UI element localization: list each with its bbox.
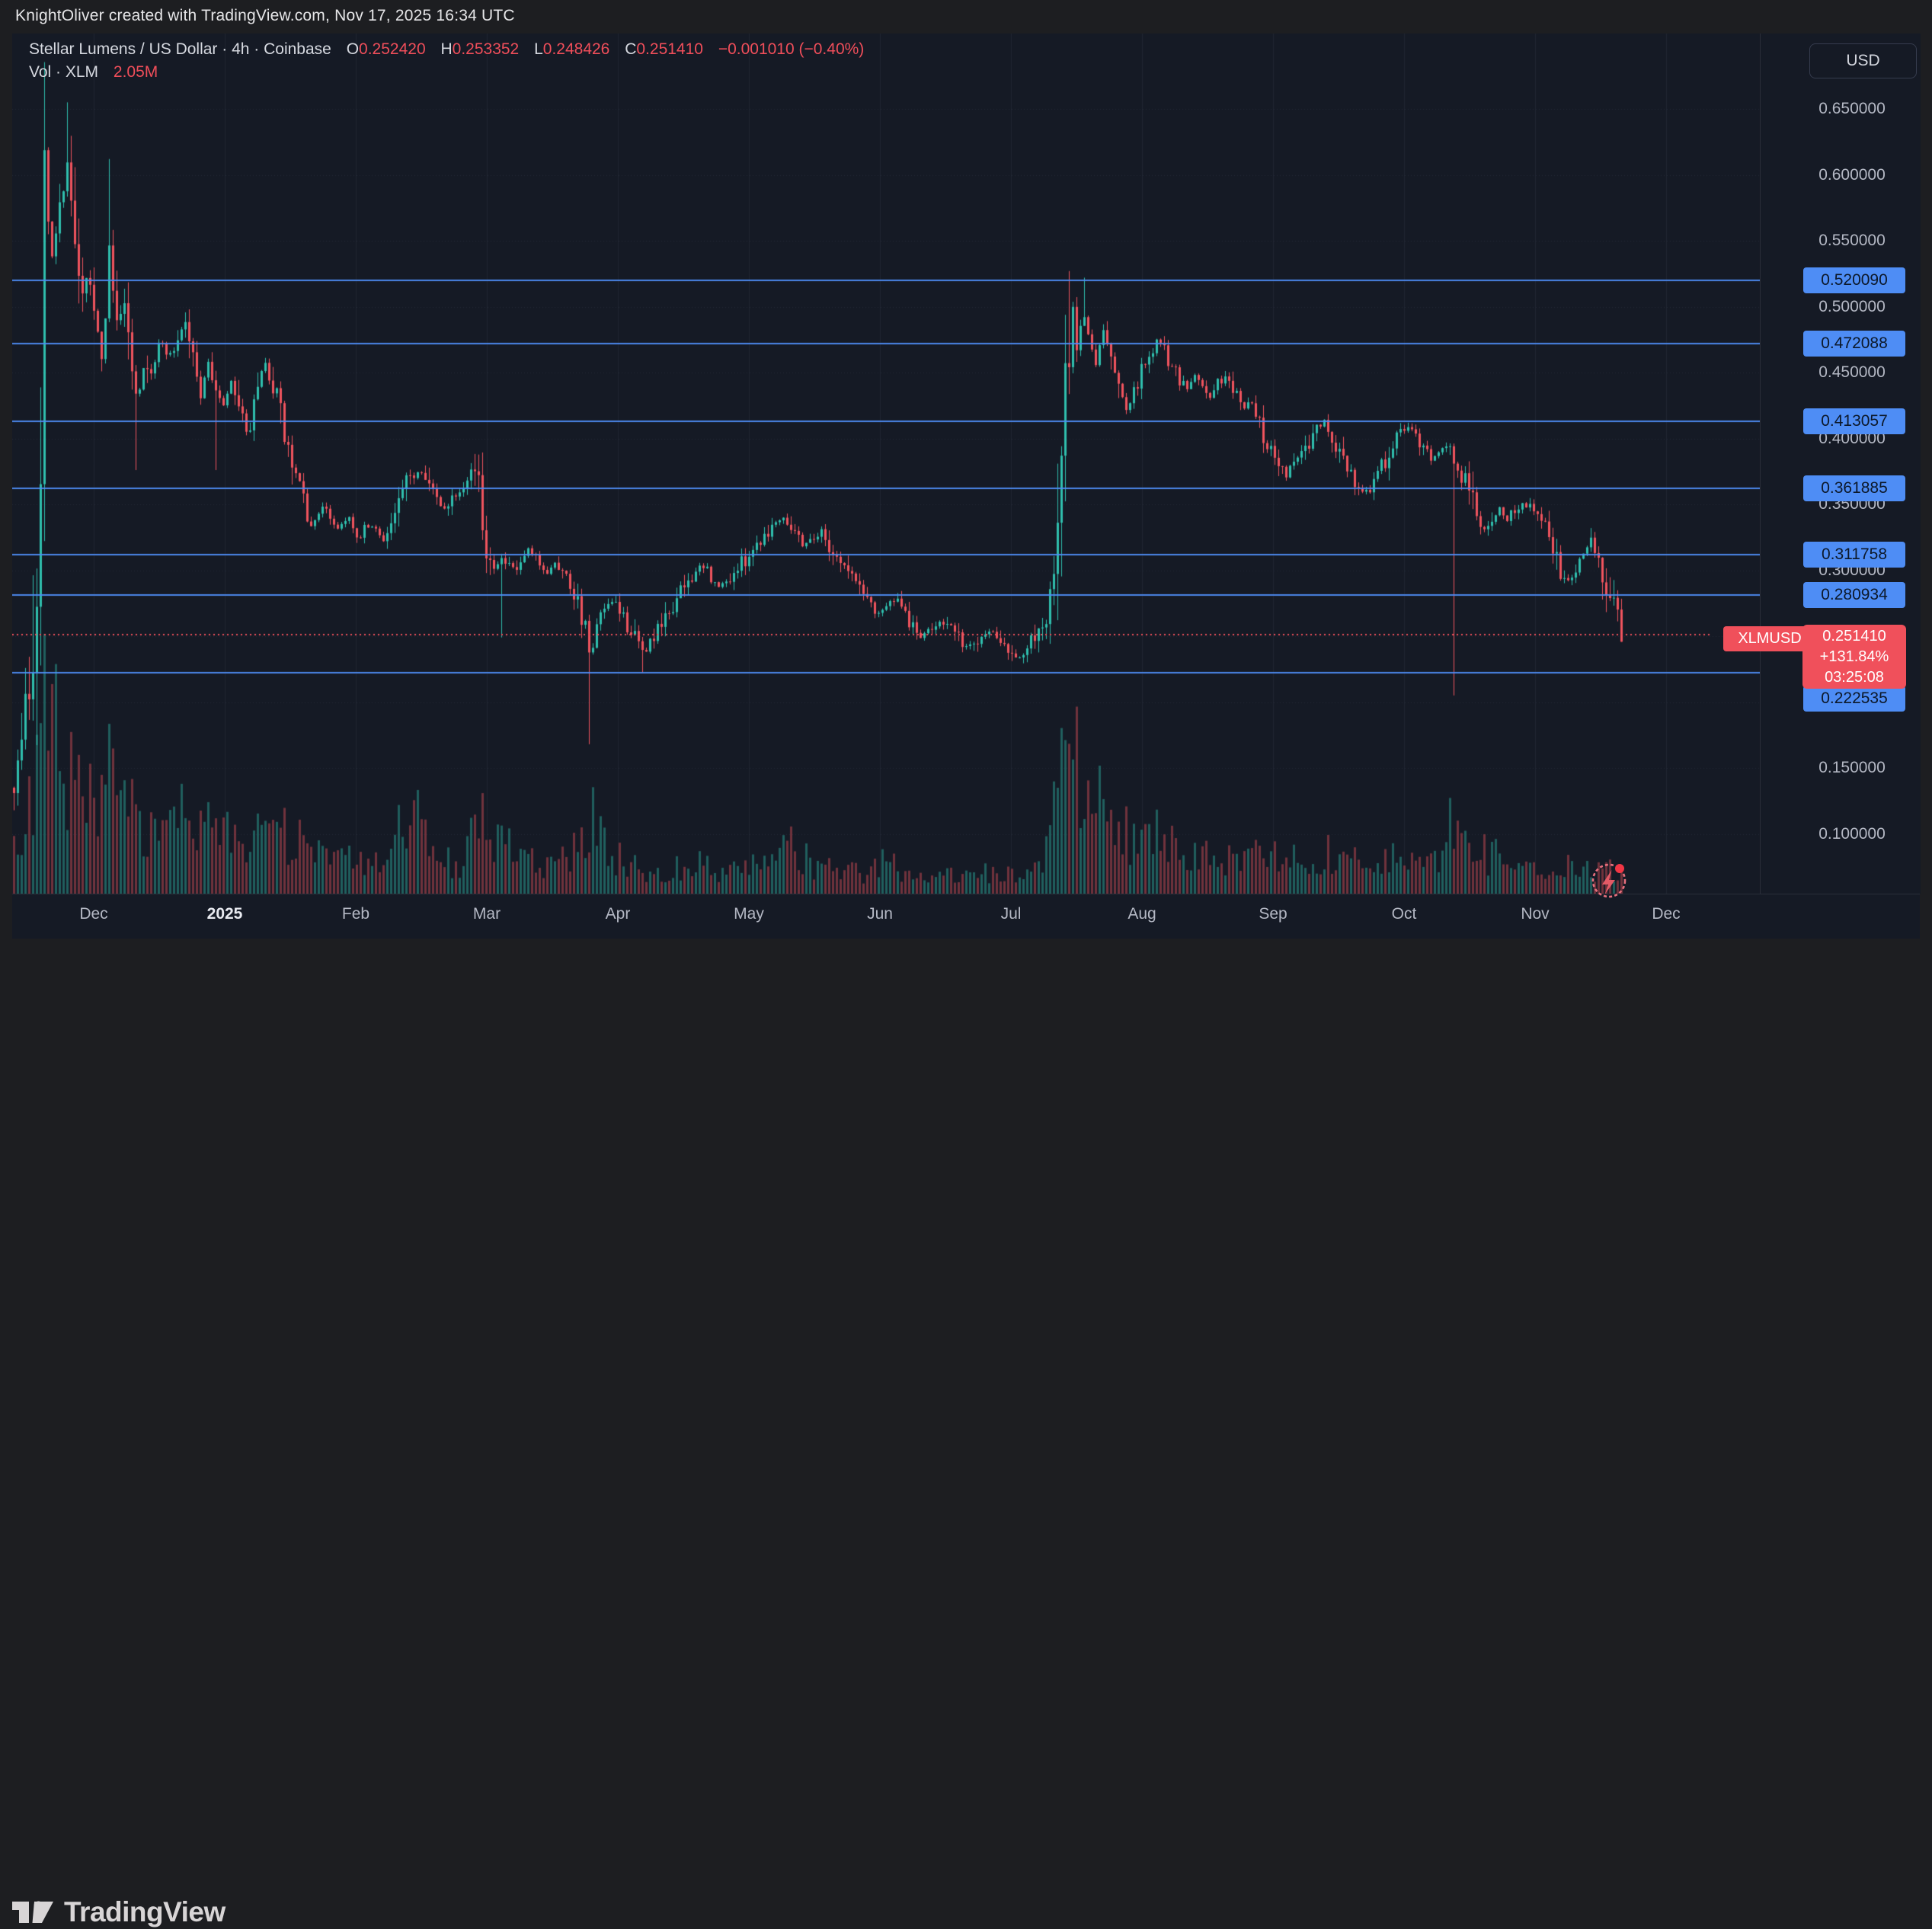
ohlc-close-value: 0.251410 <box>636 40 703 58</box>
time-axis-label: Feb <box>342 905 369 923</box>
ohlc-high-value: 0.253352 <box>453 40 520 58</box>
time-axis-label: Apr <box>606 905 631 923</box>
footer-bar: TradingView <box>0 939 1932 1015</box>
ohlc-close-label: C <box>625 40 636 58</box>
snapshot-header-bar: KnightOliver created with TradingView.co… <box>0 0 1932 34</box>
time-axis-label: Aug <box>1128 905 1156 923</box>
current-price-label: 0.251410 +131.84% 03:25:08 <box>1802 625 1906 689</box>
time-axis-label: Oct <box>1392 905 1417 923</box>
legend-symbol-row: Stellar Lumens / US Dollar · 4h · Coinba… <box>29 38 864 61</box>
price-level-label: 0.222535 <box>1803 686 1905 712</box>
change-value: −0.001010 (−0.40%) <box>718 40 864 58</box>
chart-widget: Stellar Lumens / US Dollar · 4h · Coinba… <box>12 34 1920 939</box>
ohlc-open-label: O <box>347 40 359 58</box>
volume-value: 2.05M <box>114 63 158 81</box>
time-axis-label: Sep <box>1259 905 1287 923</box>
time-axis-label: Mar <box>473 905 501 923</box>
ohlc-open-value: 0.252420 <box>359 40 426 58</box>
tradingview-logo[interactable]: TradingView <box>11 1895 226 1929</box>
ohlc-low-label: L <box>534 40 543 58</box>
tradingview-logo-text: TradingView <box>64 1896 226 1928</box>
price-tick: 0.550000 <box>1799 228 1905 254</box>
time-axis-label: Jul <box>1001 905 1022 923</box>
legend-volume-row: Vol · XLM 2.05M <box>29 61 864 84</box>
price-level-label: 0.280934 <box>1803 582 1905 608</box>
current-price-value: 0.251410 <box>1802 626 1906 647</box>
price-level-label: 0.311758 <box>1803 542 1905 568</box>
price-tick: 0.450000 <box>1799 360 1905 385</box>
price-tick: 0.600000 <box>1799 162 1905 188</box>
time-axis-label: Jun <box>867 905 893 923</box>
price-level-label: 0.472088 <box>1803 331 1905 357</box>
current-price-countdown: 03:25:08 <box>1802 667 1906 688</box>
price-level-label: 0.413057 <box>1803 408 1905 434</box>
chart-legend: Stellar Lumens / US Dollar · 4h · Coinba… <box>29 38 864 84</box>
price-chart-canvas[interactable] <box>12 34 1760 894</box>
ohlc-low-value: 0.248426 <box>543 40 610 58</box>
price-tick: 0.500000 <box>1799 294 1905 320</box>
time-axis-label: Nov <box>1521 905 1549 923</box>
volume-label: Vol · XLM <box>29 63 98 81</box>
price-tick: 0.100000 <box>1799 821 1905 847</box>
time-axis-label: May <box>734 905 764 923</box>
price-axis[interactable]: USD 0.650000 0.600000 0.550000 0.500000 0.45… <box>1760 34 1921 894</box>
time-axis-label: Dec <box>1652 905 1680 923</box>
current-price-change: +131.84% <box>1802 647 1906 667</box>
symbol-title: Stellar Lumens / US Dollar · 4h · Coinba… <box>29 40 331 58</box>
price-level-label: 0.361885 <box>1803 475 1905 501</box>
lightning-attribution-icon[interactable] <box>1586 855 1635 904</box>
time-axis-label: Dec <box>79 905 107 923</box>
price-tick: 0.650000 <box>1799 96 1905 122</box>
price-tick: 0.150000 <box>1799 755 1905 781</box>
snapshot-attribution-text: KnightOliver created with TradingView.co… <box>15 7 515 25</box>
ohlc-high-label: H <box>440 40 452 58</box>
tradingview-logo-icon <box>11 1895 55 1929</box>
currency-usd-button[interactable]: USD <box>1809 43 1917 78</box>
time-axis-label: 2025 <box>207 905 243 923</box>
price-level-label: 0.520090 <box>1803 267 1905 293</box>
